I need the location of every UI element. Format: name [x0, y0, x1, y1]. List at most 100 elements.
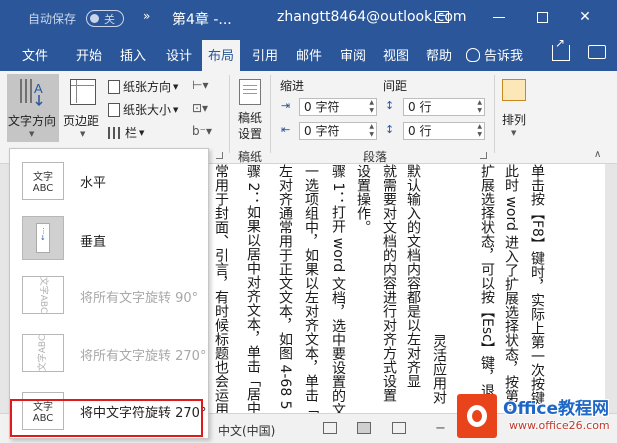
- tab-file[interactable]: 文件: [22, 45, 48, 64]
- menu-item-label: 垂直: [80, 235, 107, 250]
- minimize-icon: [493, 16, 505, 18]
- text-direction-button[interactable]: A 文字方向 ▼: [7, 74, 59, 142]
- orientation-button[interactable]: 纸张方向 ▼: [108, 78, 178, 95]
- autosave-label: 自动保存: [28, 12, 77, 26]
- tab-design[interactable]: 设计: [166, 45, 192, 64]
- indent-left-input[interactable]: 0 字符 ▲ ▼: [299, 98, 377, 116]
- chevron-down-icon: ▼: [173, 105, 179, 114]
- margins-label[interactable]: 页边距: [63, 112, 99, 129]
- spacing-before-input[interactable]: 0 行 ▲ ▼: [403, 98, 485, 116]
- tab-review[interactable]: 审阅: [340, 45, 366, 64]
- page-setup-launcher-icon[interactable]: [216, 152, 223, 159]
- menu-item-horizontal[interactable]: 文字 ABC 水平: [14, 155, 206, 207]
- ribbon-tab-bar: 文件 开始 插入 设计 布局 引用 邮件 审阅 视图 帮助 告诉我: [0, 36, 617, 71]
- vertical-text-line: 左对齐通常用于正文文本，如图 4-68 5: [277, 164, 293, 410]
- group-divider: [494, 75, 495, 153]
- ribbon-display-options-button[interactable]: [427, 4, 457, 30]
- share-icon[interactable]: [552, 36, 570, 61]
- tab-view[interactable]: 视图: [383, 45, 409, 64]
- page-orientation-icon: [108, 79, 120, 94]
- ribbon-display-icon: [435, 11, 449, 23]
- vertical-text-line: 扩展选择状态，可以按【Esc】键，退出扩: [479, 164, 495, 413]
- vertical-text-line: 灵活应用对: [431, 334, 447, 404]
- indent-right-value: 0 字符: [304, 124, 340, 138]
- group-divider: [229, 75, 230, 153]
- vertical-text-line: 此时 word 进入了扩展选择状态，按第三次: [503, 164, 519, 413]
- tab-home[interactable]: 开始: [76, 45, 102, 64]
- tab-mailings[interactable]: 邮件: [296, 45, 322, 64]
- language-indicator[interactable]: 中文(中国): [218, 422, 275, 439]
- office-tutorial-watermark: Office教程网 www.office26.com: [453, 390, 615, 443]
- arrange-label[interactable]: 排列: [502, 111, 526, 128]
- chevron-down-icon: ▼: [139, 128, 145, 137]
- quick-access-more-icon[interactable]: »: [143, 9, 150, 23]
- menu-item-vertical[interactable]: ⋮ ↓ 垂直: [14, 213, 206, 265]
- columns-label: 栏: [125, 126, 138, 140]
- vertical-text-line: 默认输入的文档内容都是以左对齐显: [405, 164, 421, 388]
- tell-me-search[interactable]: 告诉我: [466, 45, 523, 64]
- tell-me-label: 告诉我: [484, 49, 524, 64]
- margins-icon[interactable]: [70, 79, 96, 105]
- menu-item-rotate-90[interactable]: 文字ABC 将所有文字旋转 90°: [14, 270, 206, 322]
- web-layout-icon[interactable]: [392, 422, 406, 434]
- collapse-ribbon-icon[interactable]: ∧: [594, 149, 601, 160]
- menu-item-rotate-270[interactable]: 文字ABC 将所有文字旋转 270°: [14, 328, 206, 380]
- indent-left-value: 0 字符: [304, 100, 340, 114]
- close-button[interactable]: ✕: [570, 4, 600, 30]
- draft-paper-icon[interactable]: [239, 79, 261, 105]
- icon-caption: 文字ABC: [38, 276, 48, 314]
- draft-settings-label-2[interactable]: 设置: [238, 127, 262, 142]
- vertical-text-line: 常用于封面、引言，有时候标题也会运用: [213, 164, 229, 413]
- text-direction-menu: 文字 ABC 水平 ⋮ ↓ 垂直 文字ABC 将所有文字旋转 90° 文字ABC …: [9, 148, 209, 439]
- paragraph-launcher-icon[interactable]: [480, 152, 487, 159]
- maximize-button[interactable]: [527, 4, 557, 30]
- title-bar: 自动保存 关 » 第4章 -... zhangtt8464@outlook.co…: [0, 0, 617, 36]
- group-divider: [270, 75, 271, 153]
- spinner-arrows-icon[interactable]: ▲ ▼: [369, 123, 374, 139]
- vertical-text-line: 就需要对文档的内容进行对齐方式设置: [381, 164, 397, 402]
- watermark-title: Office教程网: [503, 399, 610, 419]
- indent-left-icon: ⇥: [281, 99, 291, 112]
- menu-item-label: 将所有文字旋转 270°: [80, 349, 207, 364]
- print-layout-icon[interactable]: [357, 422, 371, 434]
- rotate-270-icon: 文字ABC: [22, 334, 64, 372]
- breaks-icon[interactable]: ⊢▾: [192, 78, 208, 92]
- zoom-out-icon[interactable]: −: [435, 421, 446, 436]
- text-direction-label: 文字方向: [8, 114, 57, 128]
- line-numbers-icon[interactable]: ⊡▾: [192, 101, 208, 115]
- vertical-text-icon: ⋮ ↓: [22, 216, 64, 260]
- icon-caption: 文字 ABC: [32, 172, 54, 194]
- tab-help[interactable]: 帮助: [426, 45, 452, 64]
- tab-layout[interactable]: 布局: [202, 40, 241, 71]
- tab-insert[interactable]: 插入: [120, 45, 146, 64]
- page-size-icon: [108, 102, 120, 117]
- svg-text:A: A: [34, 81, 43, 96]
- spinner-arrows-icon[interactable]: ▲ ▼: [477, 123, 482, 139]
- office-logo-icon: [457, 394, 497, 438]
- tab-references[interactable]: 引用: [252, 45, 278, 64]
- chevron-down-icon: ▼: [511, 129, 517, 137]
- minimize-button[interactable]: [484, 4, 514, 30]
- document-page[interactable]: 常用于封面、引言，有时候标题也会运用 骤 2：如果以居中对齐文本，单击「居中 左…: [205, 164, 605, 413]
- autosave-toggle[interactable]: 关: [86, 10, 124, 27]
- arrange-icon[interactable]: [502, 79, 526, 101]
- size-button[interactable]: 纸张大小 ▼: [108, 101, 178, 118]
- spinner-arrows-icon[interactable]: ▲ ▼: [477, 99, 482, 115]
- spacing-after-icon: ↕: [385, 123, 395, 136]
- size-label: 纸张大小: [123, 103, 172, 117]
- spinner-arrows-icon[interactable]: ▲ ▼: [369, 99, 374, 115]
- columns-button[interactable]: 栏 ▼: [108, 124, 144, 141]
- indent-right-input[interactable]: 0 字符 ▲ ▼: [299, 122, 377, 140]
- draft-settings-label-1[interactable]: 稿纸: [238, 111, 262, 126]
- columns-icon: [108, 126, 122, 139]
- comment-icon[interactable]: [588, 45, 606, 59]
- spacing-after-input[interactable]: 0 行 ▲ ▼: [403, 122, 485, 140]
- read-mode-icon[interactable]: [323, 422, 337, 434]
- toggle-knob: [90, 14, 99, 23]
- spacing-heading: 间距: [383, 79, 408, 93]
- hyphenation-icon[interactable]: b⁻▾: [192, 124, 212, 138]
- maximize-icon: [536, 11, 548, 23]
- paragraph-group-label: 段落: [363, 150, 388, 164]
- chevron-down-icon: ▼: [29, 130, 35, 138]
- vertical-text-line: 一选项组中，如果以左对齐文本，单击「: [303, 164, 319, 413]
